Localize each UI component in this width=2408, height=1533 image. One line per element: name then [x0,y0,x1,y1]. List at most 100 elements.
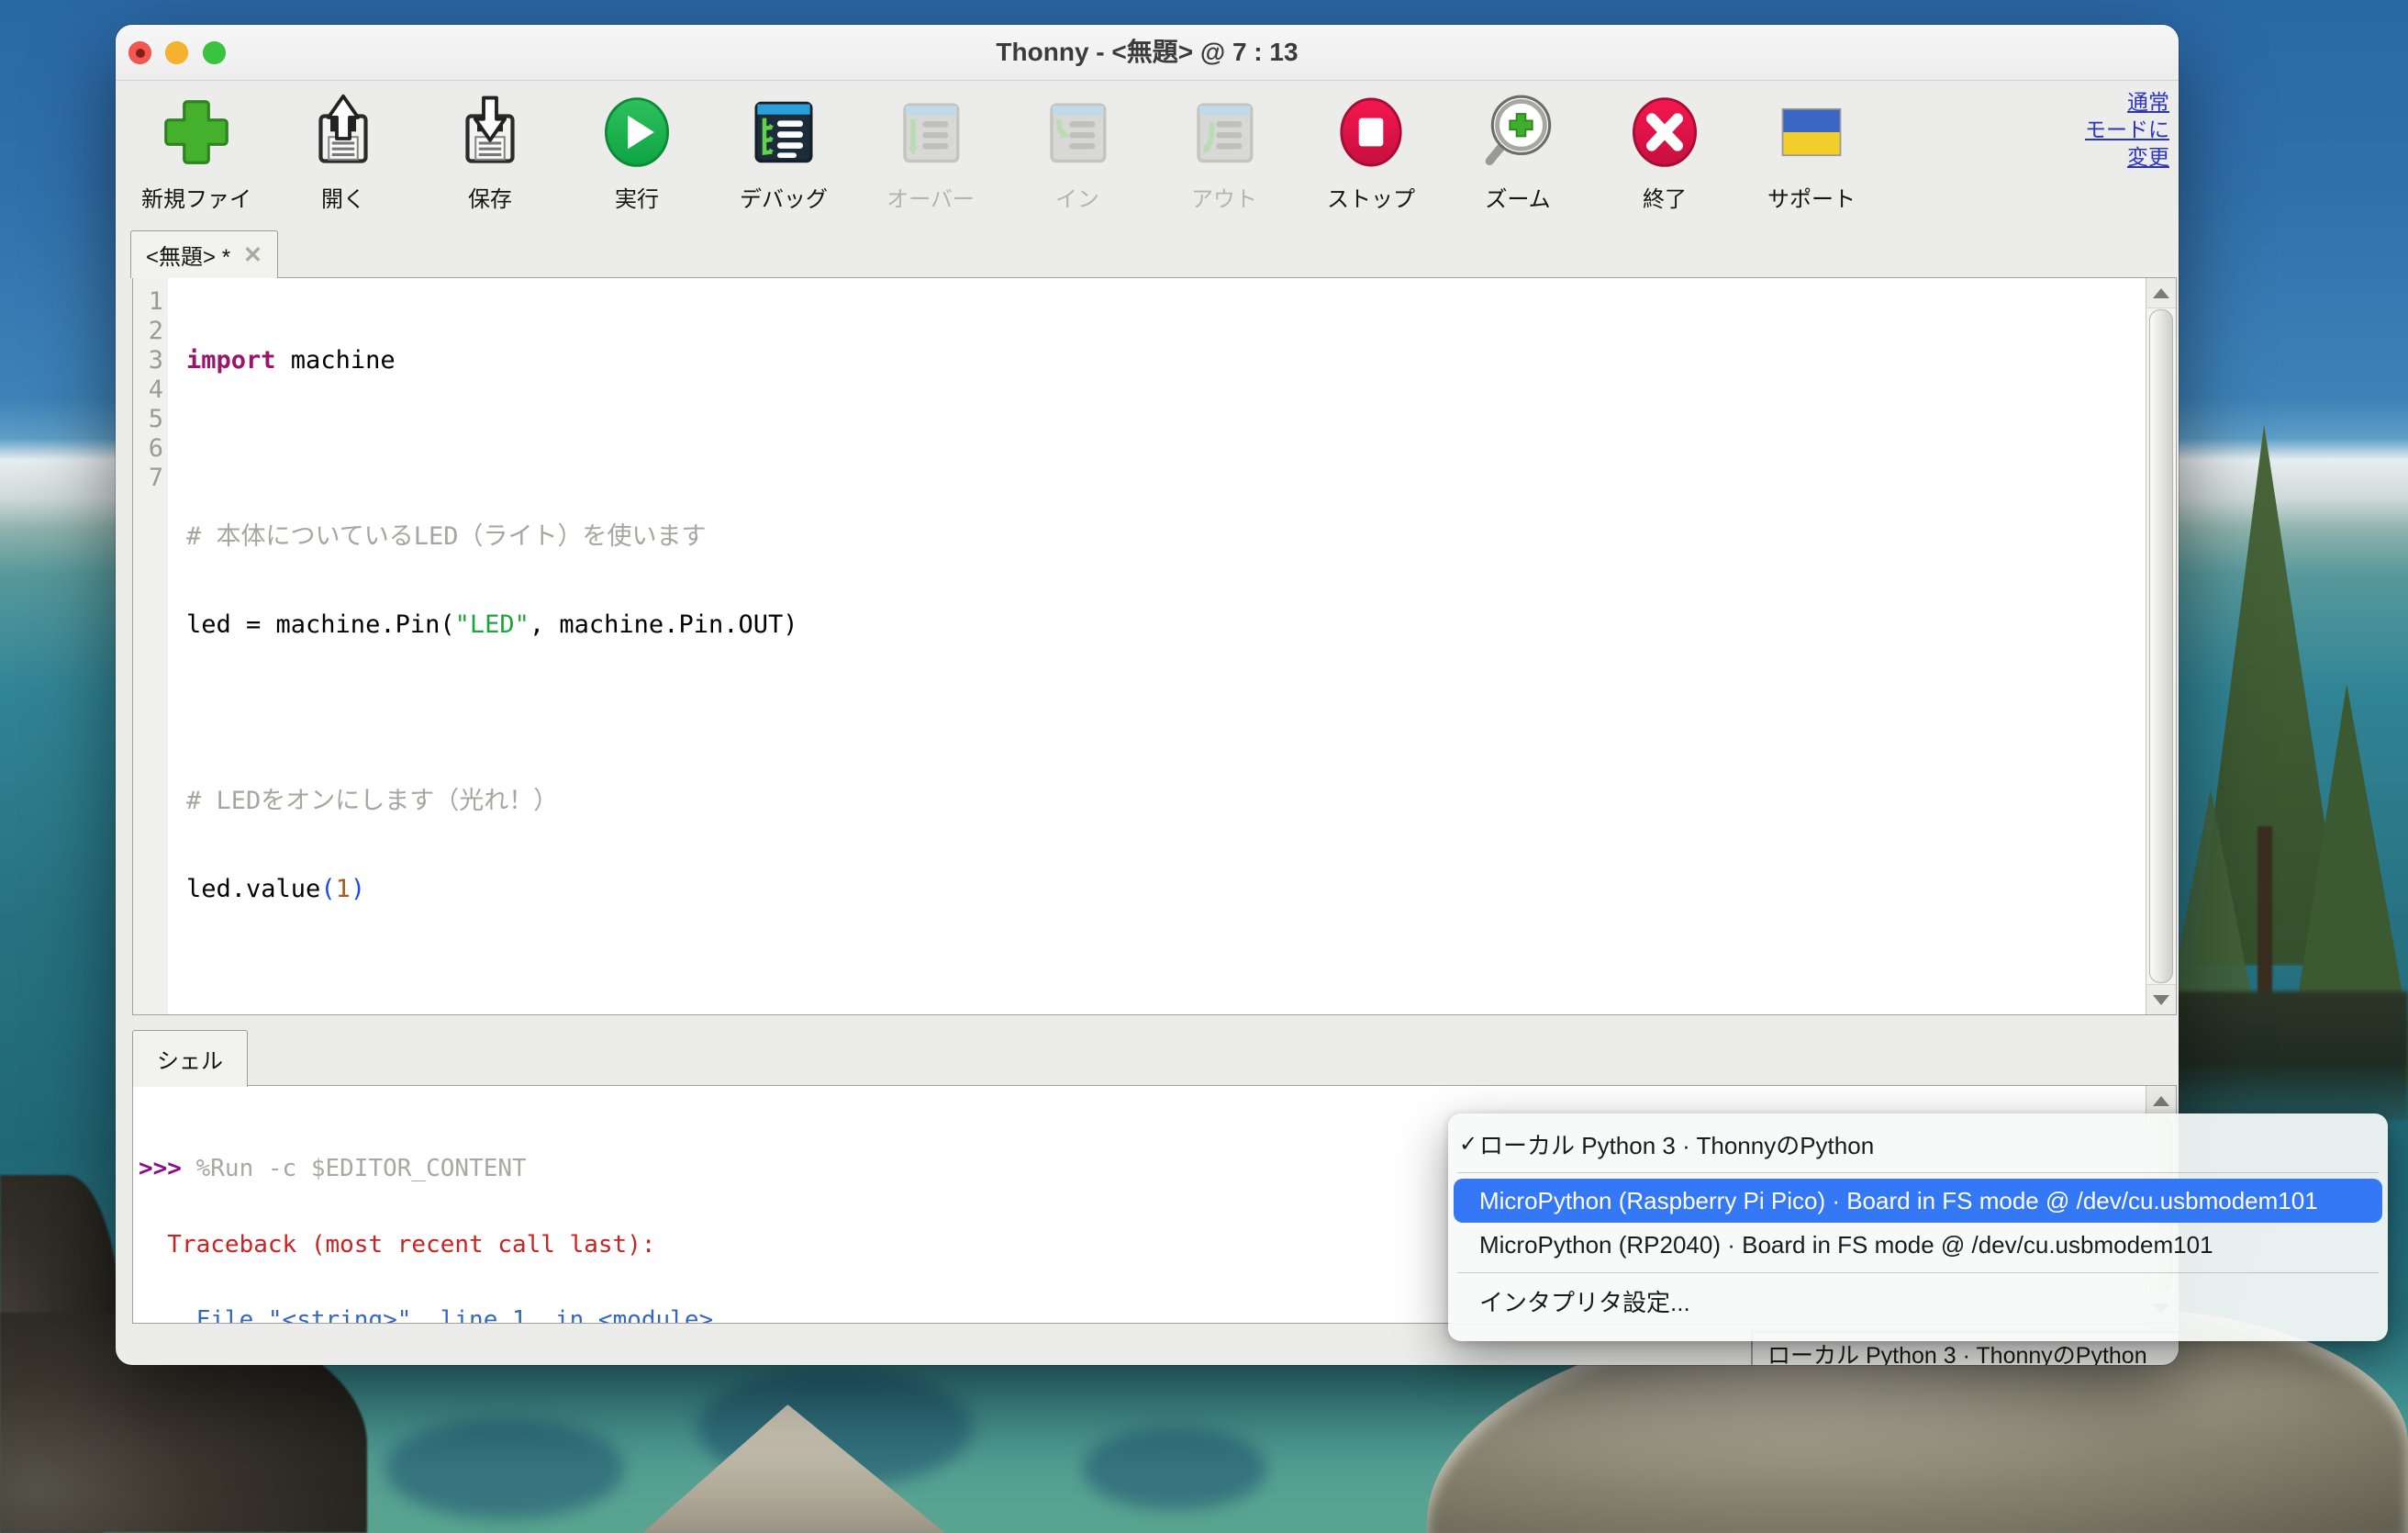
run-icon [598,94,675,171]
open-file-button[interactable]: 開く [270,81,417,228]
wallpaper-submerged-rock [385,1418,624,1519]
step-out-icon [1186,94,1263,171]
scroll-up-button[interactable] [2146,1086,2176,1116]
tab-label: <無題> * [146,239,230,271]
toolbar-label: ストップ [1298,181,1444,213]
zoom-icon [1479,94,1556,171]
mode-link-line: モードに [2085,116,2169,143]
interpreter-combobox-label: ローカル Python 3 · ThonnyのPython [1767,1337,2147,1365]
code-line: # 本体についているLED（ライト）を使います [186,522,2146,552]
arrow-up-icon [2153,288,2169,298]
prompt-token: >>> [139,1155,182,1182]
arrow-down-icon [2153,995,2169,1005]
tab-close-icon[interactable]: ✕ [243,241,262,269]
stop-button[interactable]: ストップ [1298,81,1444,228]
mode-link-line: 変更 [2085,143,2169,171]
paren-token: ) [351,875,365,903]
quit-icon [1626,94,1703,171]
toolbar-label: 終了 [1591,181,1738,213]
line-number: 6 [133,434,163,464]
mode-link-line: 通常 [2085,88,2169,116]
menu-separator [1457,1172,2379,1173]
string-token: "LED" [455,610,530,639]
checkmark-icon: ✓ [1459,1131,1477,1158]
line-number: 2 [133,317,163,346]
toolbar-label: デバッグ [710,181,857,213]
step-over-button: オーバー [857,81,1004,228]
menu-separator [1457,1272,2379,1273]
toolbar-label: ズーム [1444,181,1591,213]
toolbar: 新規ファイ 開く 保存 実行 [116,81,2179,228]
line-number: 4 [133,375,163,405]
scroll-down-button[interactable] [2146,984,2176,1014]
code-token: machine [276,346,396,375]
step-into-icon [1039,94,1116,171]
debug-icon [745,94,822,171]
line-number-gutter: 1 2 3 4 5 6 7 [133,278,168,1014]
code-line: led = machine.Pin("LED", machine.Pin.OUT… [186,610,2146,640]
wallpaper-submerged-rock [1083,1427,1266,1510]
window-title: Thonny - <無題> @ 7 : 13 [116,25,2179,80]
code-line: led.value(1) [186,875,2146,904]
code-token: led.value [186,875,320,903]
menu-item-micropython-rp2040[interactable]: MicroPython (RP2040) · Board in FS mode … [1448,1223,2388,1267]
toolbar-label: アウト [1151,181,1298,213]
support-button[interactable]: サポート [1738,81,1885,228]
debug-button[interactable]: デバッグ [710,81,857,228]
desktop: Thonny - <無題> @ 7 : 13 新規ファイ 開く 保存 [0,0,2408,1533]
code-line: import machine [186,346,2146,375]
open-file-icon [305,94,382,171]
scroll-up-button[interactable] [2146,278,2176,308]
step-out-button: アウト [1151,81,1298,228]
number-token: 1 [336,875,351,903]
line-number: 7 [133,464,163,493]
code-area[interactable]: import machine # 本体についているLED（ライト）を使います l… [168,278,2146,1014]
menu-item-local-python[interactable]: ✓ ローカル Python 3 · ThonnyのPython [1448,1121,2388,1167]
menu-item-interpreter-settings[interactable]: インタプリタ設定... [1448,1279,2388,1323]
stderr-token: Traceback (most recent call last): [139,1231,656,1259]
run-button[interactable]: 実行 [563,81,710,228]
quit-button[interactable]: 終了 [1591,81,1738,228]
indent [139,1306,196,1323]
keyword-token: import [186,346,276,375]
code-token: , machine.Pin.OUT) [530,610,798,639]
switch-to-regular-mode-link[interactable]: 通常 モードに 変更 [2085,88,2169,171]
editor-scrollbar[interactable] [2146,278,2176,1014]
arrow-up-icon [2153,1096,2169,1106]
stop-icon [1332,94,1410,171]
save-button[interactable]: 保存 [417,81,563,228]
menu-item-micropython-pico[interactable]: MicroPython (Raspberry Pi Pico) · Board … [1454,1179,2382,1223]
zoom-button[interactable]: ズーム [1444,81,1591,228]
code-line: # LEDをオンにします（光れ！） [186,787,2146,816]
code-editor: 1 2 3 4 5 6 7 import machine # 本体についているL… [132,277,2177,1015]
menu-item-label: ローカル Python 3 · ThonnyのPython [1479,1127,1874,1161]
new-file-icon [158,94,235,171]
toolbar-label: 開く [270,181,417,213]
code-token: led = machine.Pin( [186,610,455,639]
comment-token: # LEDをオンにします（光れ！） [186,787,558,815]
titlebar[interactable]: Thonny - <無題> @ 7 : 13 [116,25,2179,81]
step-into-button: イン [1004,81,1151,228]
traceback-link[interactable]: File "<string>", line 1, in <module> [196,1306,714,1323]
code-line [186,434,2146,464]
menu-item-label: インタプリタ設定... [1479,1284,1690,1318]
scrollbar-thumb[interactable] [2149,309,2173,983]
tab-untitled[interactable]: <無題> * ✕ [130,230,278,278]
line-number: 1 [133,287,163,317]
new-file-button[interactable]: 新規ファイ [123,81,270,228]
line-number: 5 [133,405,163,434]
toolbar-label: 保存 [417,181,563,213]
ukraine-flag-icon [1773,94,1850,171]
toolbar-label: サポート [1738,181,1885,213]
line-number: 3 [133,346,163,375]
magic-command: %Run -c $EDITOR_CONTENT [182,1155,527,1182]
tab-shell[interactable]: シェル [132,1030,248,1087]
step-over-icon [892,94,969,171]
toolbar-label: 新規ファイ [123,181,270,213]
editor-tabbar: <無題> * ✕ [116,228,2179,278]
paren-token: ( [320,875,335,903]
menu-item-label: MicroPython (RP2040) · Board in FS mode … [1479,1231,2213,1259]
save-icon [452,94,529,171]
comment-token: # 本体についているLED（ライト）を使います [186,522,706,551]
toolbar-label: 実行 [563,181,710,213]
